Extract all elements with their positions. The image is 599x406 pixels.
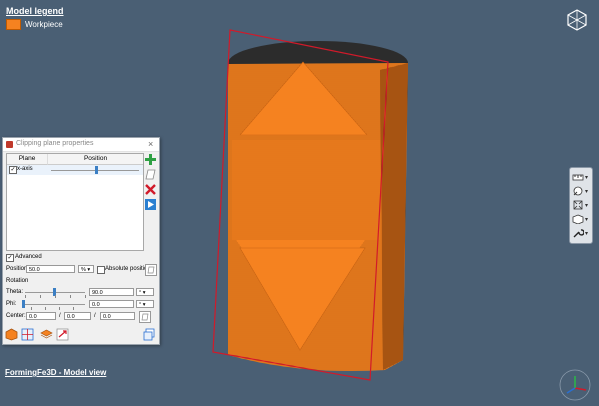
plane-outline-icon	[145, 169, 155, 179]
phi-label: Phi:	[6, 301, 17, 307]
dialog-titlebar[interactable]: Clipping plane properties ×	[3, 138, 159, 152]
add-plane-icon	[144, 153, 156, 165]
view-orientation-icon[interactable]	[566, 8, 588, 34]
wrench-icon	[573, 229, 584, 238]
cylinder-side	[380, 63, 408, 370]
ruler-icon	[572, 174, 584, 181]
flip-plane-button[interactable]	[56, 328, 69, 341]
view-title: FormingFe3D - Model view	[5, 368, 107, 377]
view-cube-icon	[572, 214, 584, 224]
column-header-position: Position	[48, 154, 143, 165]
edit-plane-button[interactable]	[144, 168, 156, 180]
copy-icon	[143, 328, 155, 341]
center-z-input[interactable]: 0.0	[100, 312, 135, 320]
plane-label: x-axis	[17, 166, 33, 172]
section-cube-icon	[40, 329, 53, 339]
plane-outline-icon	[147, 266, 155, 274]
copy-button[interactable]	[143, 328, 156, 341]
axis-triad-icon	[556, 368, 594, 404]
view-cube-button[interactable]: ▾	[572, 213, 590, 225]
planes-table: Plane Position ✓ x-axis	[6, 153, 144, 251]
center-label: Center:	[6, 313, 26, 319]
legend-label: Workpiece	[25, 20, 63, 29]
center-pick-button[interactable]	[139, 311, 151, 323]
absolute-position-label: Absolute position	[105, 266, 151, 272]
plane-view-button[interactable]	[21, 328, 34, 341]
phi-input[interactable]: 0.0	[89, 300, 134, 308]
rotation-label: Rotation	[6, 278, 29, 284]
legend-item: Workpiece	[6, 19, 64, 30]
phi-unit-select[interactable]: ° ▾	[136, 300, 154, 308]
center-y-input[interactable]: 0.0	[64, 312, 91, 320]
phi-slider-track	[23, 304, 85, 305]
absolute-position-checkbox[interactable]	[97, 266, 105, 274]
flip-arrows-icon	[56, 328, 69, 341]
phi-unit-value: °	[139, 302, 142, 308]
view-toolbar: ▾ ▾ ▾ ▾ ▾	[569, 167, 593, 244]
probe-icon	[573, 186, 583, 196]
position-unit-select[interactable]: % ▾	[78, 265, 94, 273]
close-icon[interactable]: ×	[148, 139, 153, 149]
advanced-checkbox[interactable]: ✓	[6, 254, 14, 262]
probe-button[interactable]: ▾	[572, 185, 590, 197]
center-x-input[interactable]: 0.0	[26, 312, 56, 320]
plane-outline-icon	[141, 313, 149, 321]
theta-unit-value: °	[139, 290, 142, 296]
play-button[interactable]	[144, 198, 156, 210]
zoom-extents-button[interactable]: ▾	[572, 199, 590, 211]
theta-label: Theta:	[6, 289, 24, 295]
position-unit-value: %	[81, 267, 86, 273]
center-separator: /	[94, 313, 96, 319]
play-icon	[144, 198, 156, 210]
chevron-down-icon: ▾	[585, 216, 589, 223]
legend-title: Model legend	[6, 6, 64, 16]
chevron-down-icon: ▾	[585, 230, 589, 237]
show-workpiece-button[interactable]	[5, 328, 18, 341]
table-row[interactable]: ✓ x-axis	[7, 165, 143, 175]
legend-swatch	[6, 19, 21, 30]
delete-plane-icon	[144, 183, 156, 195]
workpiece-cube-icon	[5, 328, 18, 341]
zoom-extents-icon	[573, 200, 583, 210]
plane-checkbox[interactable]: ✓	[9, 166, 17, 174]
theta-unit-select[interactable]: ° ▾	[136, 288, 154, 296]
chevron-down-icon: ▾	[585, 174, 589, 181]
settings-button[interactable]: ▾	[572, 227, 590, 239]
chevron-down-icon: ▾	[585, 202, 589, 209]
theta-input[interactable]: 90.0	[89, 288, 134, 296]
center-separator: /	[59, 313, 61, 319]
dialog-bottom-bar	[3, 326, 159, 344]
delete-plane-button[interactable]	[144, 183, 156, 195]
phi-slider-thumb[interactable]	[22, 300, 25, 308]
model-legend: Model legend Workpiece	[6, 6, 64, 30]
plane-grid-icon	[21, 328, 34, 341]
clipping-plane-dialog: Clipping plane properties × Plane Positi…	[2, 137, 160, 345]
ruler-button[interactable]: ▾	[572, 171, 590, 183]
position-slider-thumb[interactable]	[95, 166, 98, 174]
app-icon	[6, 141, 13, 148]
dialog-title: Clipping plane properties	[16, 140, 94, 147]
chevron-down-icon: ▾	[585, 188, 589, 195]
position-input[interactable]: 50.0	[26, 265, 75, 273]
plane-pick-button[interactable]	[145, 264, 157, 276]
advanced-label: Advanced	[15, 254, 42, 260]
add-plane-button[interactable]	[144, 153, 156, 165]
column-header-plane: Plane	[7, 154, 48, 165]
section-view-button[interactable]	[40, 328, 53, 341]
